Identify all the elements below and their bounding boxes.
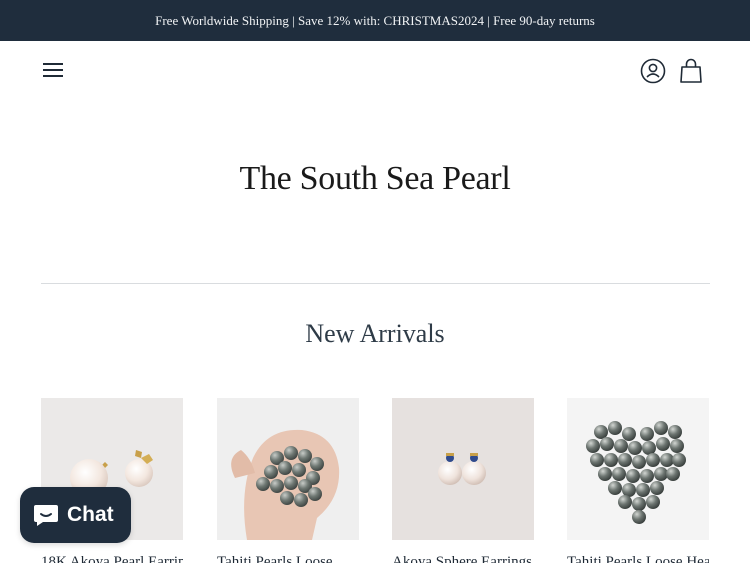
shopping-bag-icon: [680, 58, 702, 83]
cart-button[interactable]: [678, 57, 704, 85]
product-image[interactable]: [217, 398, 359, 540]
product-card[interactable]: Akoya Sphere Earrings: [392, 398, 534, 563]
account-user-icon: [640, 58, 666, 84]
announcement-bar: Free Worldwide Shipping | Save 12% with:…: [0, 0, 750, 41]
new-arrivals-heading: New Arrivals: [305, 319, 445, 348]
site-header: [0, 41, 750, 101]
chat-button[interactable]: Chat: [20, 487, 131, 543]
account-button[interactable]: [640, 58, 666, 84]
site-logo[interactable]: The South Sea Pearl: [0, 160, 750, 198]
product-title[interactable]: Tahiti Pearls Loose Heart: [567, 554, 709, 563]
pearl-earrings-with-blue-stone-image: [392, 398, 534, 540]
product-image[interactable]: [392, 398, 534, 540]
section-divider: [41, 283, 710, 284]
hamburger-menu-icon: [43, 63, 63, 65]
announcement-text: Free Worldwide Shipping | Save 12% with:…: [155, 12, 595, 28]
product-title[interactable]: Tahiti Pearls Loose: [217, 554, 359, 563]
product-image[interactable]: [567, 398, 709, 540]
hand-holding-tahitian-pearls-image: [217, 398, 359, 540]
heart-shaped-tahitian-pearls-image: [567, 398, 709, 540]
chat-bubble-icon: [34, 505, 58, 526]
product-card[interactable]: Tahiti Pearls Loose Heart: [567, 398, 709, 563]
product-title[interactable]: Akoya Sphere Earrings: [392, 554, 534, 563]
hamburger-menu-button[interactable]: [40, 59, 66, 81]
product-card[interactable]: Tahiti Pearls Loose: [217, 398, 359, 563]
chat-label: Chat: [67, 503, 114, 526]
product-title[interactable]: 18K Akoya Pearl Earrings: [41, 554, 183, 563]
